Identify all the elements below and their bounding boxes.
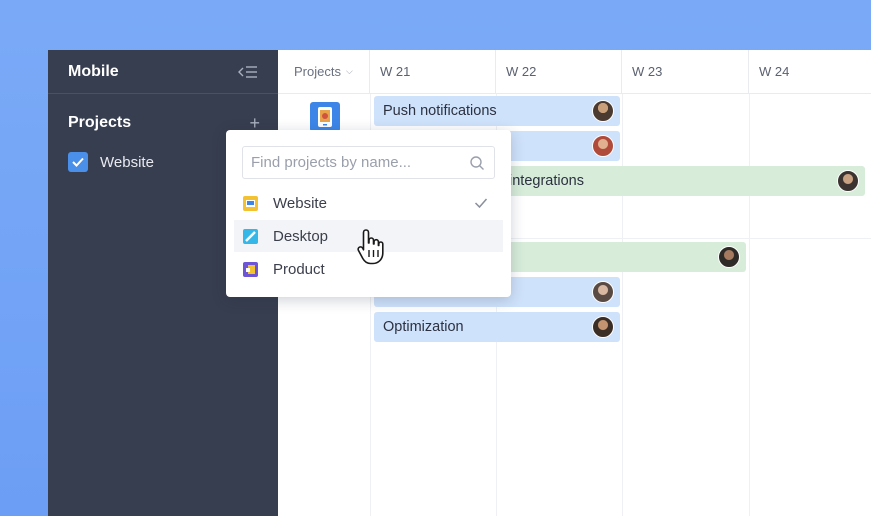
week-header: W 21 <box>370 50 496 94</box>
sidebar-project-website[interactable]: Website <box>68 152 154 172</box>
week-header: W 22 <box>496 50 622 94</box>
task-label: Push notifications <box>383 103 497 119</box>
dropdown-item-website[interactable]: Website <box>234 187 503 219</box>
projects-column-header[interactable]: Projects ⌵ <box>278 50 370 94</box>
projects-column-label: Projects <box>294 64 341 79</box>
week-header: W 24 <box>749 50 871 94</box>
task-bar[interactable]: Push notifications <box>374 96 620 126</box>
dropdown-item-label: Website <box>273 194 327 212</box>
project-search-input[interactable]: Find projects by name... <box>242 146 495 179</box>
sidebar-header: Mobile <box>48 50 278 94</box>
grid-line <box>749 94 750 516</box>
checkmark-icon <box>72 157 84 167</box>
avatar <box>592 281 614 303</box>
sidebar-project-label: Website <box>100 153 154 171</box>
week-header: W 23 <box>622 50 749 94</box>
dropdown-item-label: Product <box>273 260 325 278</box>
task-bar[interactable]: Optimization <box>374 312 620 342</box>
sidebar-title: Mobile <box>68 62 119 80</box>
avatar <box>592 100 614 122</box>
avatar <box>837 170 859 192</box>
chevron-down-icon: ⌵ <box>345 66 353 76</box>
project-checkbox[interactable] <box>68 152 88 172</box>
project-picker-dropdown: Find projects by name... Website Desktop… <box>226 130 511 297</box>
product-project-icon <box>243 261 258 277</box>
avatar <box>718 246 740 268</box>
hand-cursor-icon <box>357 229 384 265</box>
mobile-project-icon <box>310 102 340 132</box>
website-project-icon <box>243 195 258 211</box>
task-label: integrations <box>509 173 584 189</box>
avatar <box>592 316 614 338</box>
check-icon <box>474 198 488 209</box>
avatar <box>592 135 614 157</box>
desktop-project-icon <box>243 228 258 244</box>
dropdown-item-label: Desktop <box>273 227 329 245</box>
collapse-sidebar-icon[interactable] <box>238 65 258 79</box>
search-icon <box>470 156 484 170</box>
grid-line <box>622 94 623 516</box>
task-label: Optimization <box>383 319 464 335</box>
projects-heading: Projects <box>68 114 132 131</box>
search-placeholder: Find projects by name... <box>251 154 412 171</box>
